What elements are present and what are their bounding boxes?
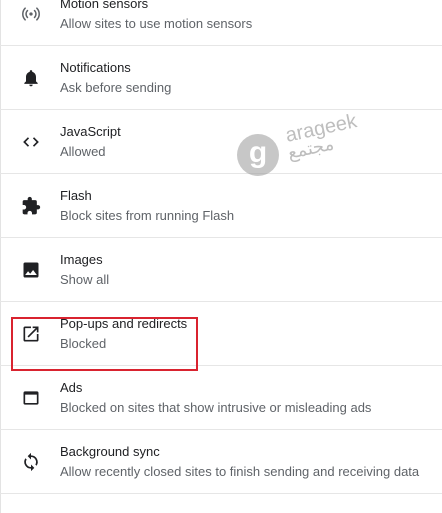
- settings-row-title: Flash: [60, 188, 92, 203]
- settings-row-title: Notifications: [60, 60, 131, 75]
- image-icon: [21, 260, 41, 280]
- arageek-watermark: g arageek مجتمع: [234, 103, 384, 183]
- settings-row-images[interactable]: Images Show all: [0, 238, 442, 302]
- settings-row-title: JavaScript: [60, 124, 121, 139]
- settings-row-subtitle: Allowed: [60, 144, 106, 159]
- settings-row-subtitle: Block sites from running Flash: [60, 208, 235, 223]
- settings-row-title: Ads: [60, 380, 83, 395]
- settings-row-ads[interactable]: Ads Blocked on sites that show intrusive…: [0, 366, 442, 430]
- settings-row-title: Background sync: [60, 444, 160, 459]
- settings-row-flash[interactable]: Flash Block sites from running Flash: [0, 174, 442, 238]
- site-settings-page: Motion sensors Allow sites to use motion…: [0, 0, 442, 513]
- bell-icon: [21, 68, 41, 88]
- settings-row-notifications[interactable]: Notifications Ask before sending: [0, 46, 442, 110]
- settings-row-motion-sensors[interactable]: Motion sensors Allow sites to use motion…: [0, 0, 442, 46]
- code-icon: [21, 132, 41, 152]
- web-window-icon: [21, 388, 41, 408]
- settings-row-popups-redirects[interactable]: Pop-ups and redirects Blocked: [0, 302, 442, 366]
- open-in-new-icon: [21, 324, 41, 344]
- settings-row-title: Pop-ups and redirects: [60, 316, 188, 331]
- settings-row-subtitle: Ask before sending: [60, 80, 172, 95]
- settings-row-title: Images: [60, 252, 103, 267]
- settings-row-title: Motion sensors: [60, 0, 149, 11]
- puzzle-icon: [21, 196, 41, 216]
- settings-row-subtitle: Allow sites to use motion sensors: [60, 16, 253, 31]
- settings-row-subtitle: Blocked on sites that show intrusive or …: [60, 400, 372, 415]
- settings-row-subtitle: Blocked: [60, 336, 107, 351]
- settings-row-background-sync[interactable]: Background sync Allow recently closed si…: [0, 430, 442, 494]
- sync-icon: [21, 452, 41, 472]
- site-settings-list: Motion sensors Allow sites to use motion…: [0, 0, 442, 494]
- sensors-icon: [21, 4, 41, 24]
- watermark-logo: g: [237, 134, 279, 176]
- settings-row-subtitle: Allow recently closed sites to finish se…: [60, 464, 420, 479]
- settings-row-subtitle: Show all: [60, 272, 110, 287]
